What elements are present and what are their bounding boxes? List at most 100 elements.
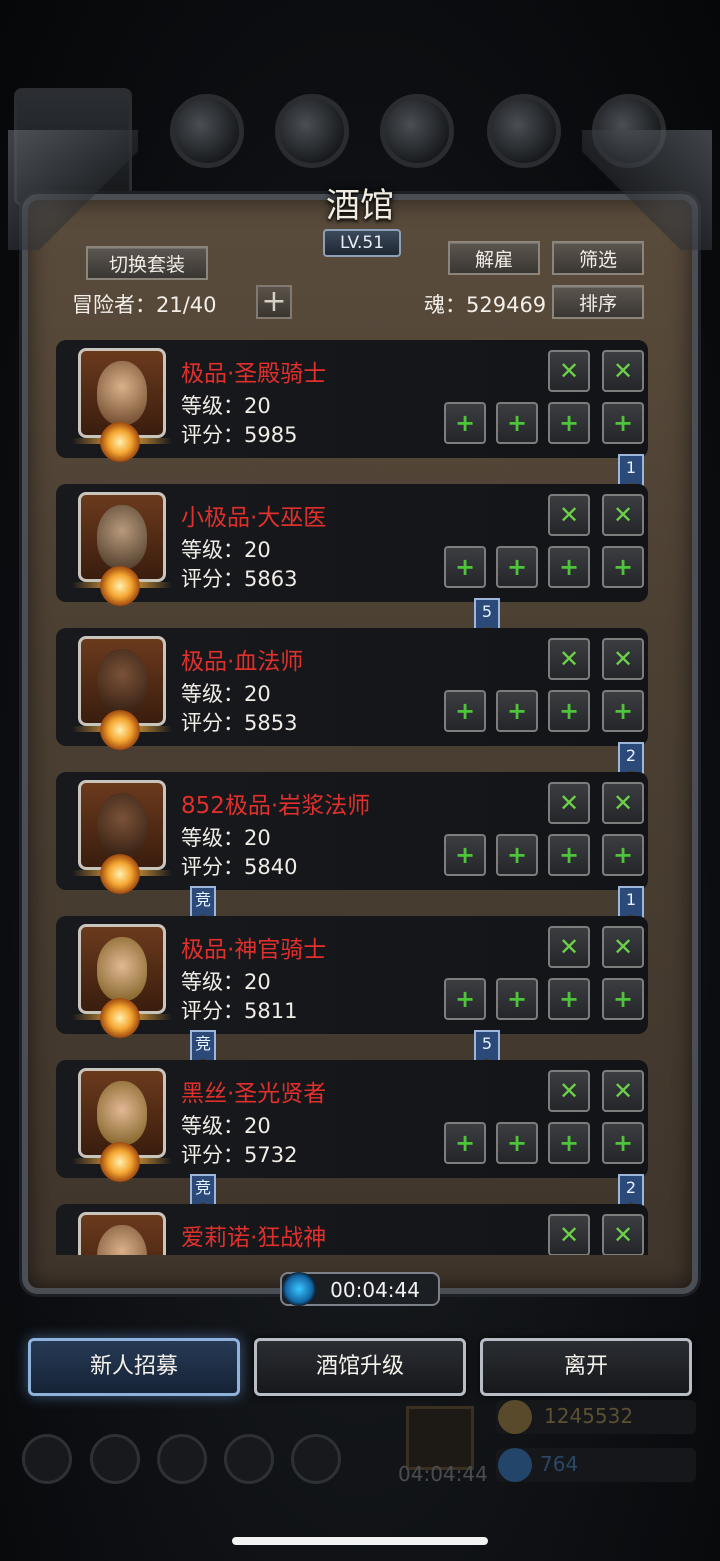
filter-button[interactable]: 筛选 bbox=[552, 241, 644, 275]
quality-sun-icon bbox=[100, 854, 140, 894]
hero-face bbox=[97, 649, 147, 713]
amulet-slot-button[interactable]: + bbox=[602, 978, 644, 1020]
shop-icon bbox=[291, 1434, 341, 1484]
hero-list[interactable]: 极品·圣殿骑士 等级：20 评分：5985 ✕ ✕ + + + +1 小极品·大巫医 等级：20 评分… bbox=[56, 330, 660, 1255]
ring-slot-button[interactable]: + bbox=[548, 690, 590, 732]
armor-slot-button[interactable]: ✕ bbox=[602, 1070, 644, 1112]
armor-slot-button[interactable]: ✕ bbox=[602, 350, 644, 392]
hero-level: 等级：20 bbox=[181, 1114, 271, 1138]
hero-card[interactable]: 小极品·大巫医 等级：20 评分：5863 ✕ ✕ + + + + bbox=[56, 484, 648, 606]
gift-box-icon bbox=[406, 1406, 474, 1470]
resource-meat-icon bbox=[170, 94, 244, 168]
gift-timer: 04:04:44 bbox=[398, 1462, 488, 1486]
chest-slot-button[interactable]: + bbox=[496, 690, 538, 732]
hero-face bbox=[97, 1225, 147, 1255]
amulet-slot-button[interactable]: + bbox=[602, 402, 644, 444]
helmet-slot-button[interactable]: ✕ bbox=[548, 782, 590, 824]
resource-crystal-icon bbox=[487, 94, 561, 168]
hero-card[interactable]: 爱莉诺·狂战神 ✕ ✕ bbox=[56, 1204, 648, 1255]
quality-sun-icon bbox=[100, 710, 140, 750]
ring-slot-button[interactable]: + bbox=[548, 546, 590, 588]
quality-sun-icon bbox=[100, 422, 140, 462]
armor-slot-button[interactable]: ✕ bbox=[602, 782, 644, 824]
ring-slot-button[interactable]: + bbox=[548, 978, 590, 1020]
hero-level: 等级：20 bbox=[181, 538, 271, 562]
armor-slot-button[interactable]: ✕ bbox=[602, 1214, 644, 1255]
mail-icon bbox=[224, 1434, 274, 1484]
weapon-slot-button[interactable]: + bbox=[444, 978, 486, 1020]
resource-iron-icon bbox=[380, 94, 454, 168]
hero-name: 极品·血法师 bbox=[181, 649, 304, 675]
hero-face bbox=[97, 505, 147, 569]
hero-score: 评分：5840 bbox=[181, 855, 298, 879]
chest-slot-button[interactable]: + bbox=[496, 1122, 538, 1164]
amulet-slot-button[interactable]: + bbox=[602, 1122, 644, 1164]
switch-set-button[interactable]: 切换套装 bbox=[86, 246, 208, 280]
armor-slot-button[interactable]: ✕ bbox=[602, 926, 644, 968]
hero-face bbox=[97, 937, 147, 1001]
recruit-button[interactable]: 新人招募 bbox=[28, 1338, 240, 1396]
hero-level: 等级：20 bbox=[181, 826, 271, 850]
quality-sun-icon bbox=[100, 1142, 140, 1182]
weapon-slot-button[interactable]: + bbox=[444, 546, 486, 588]
chest-slot-button[interactable]: + bbox=[496, 402, 538, 444]
hero-name: 极品·神官骑士 bbox=[181, 937, 327, 963]
quality-sun-icon bbox=[100, 998, 140, 1038]
hero-score: 评分：5863 bbox=[181, 567, 298, 591]
gem-icon bbox=[498, 1448, 532, 1482]
hero-card[interactable]: 极品·圣殿骑士 等级：20 评分：5985 ✕ ✕ + + + + bbox=[56, 340, 648, 462]
helmet-slot-button[interactable]: ✕ bbox=[548, 638, 590, 680]
armor-slot-button[interactable]: ✕ bbox=[602, 494, 644, 536]
quality-sun-icon bbox=[100, 566, 140, 606]
amulet-slot-button[interactable]: + bbox=[602, 834, 644, 876]
hero-card[interactable]: 极品·血法师 等级：20 评分：5853 ✕ ✕ + + + + bbox=[56, 628, 648, 750]
panel-title: 酒馆 bbox=[326, 186, 394, 226]
amulet-slot-button[interactable]: + bbox=[602, 690, 644, 732]
helmet-slot-button[interactable]: ✕ bbox=[548, 1070, 590, 1112]
sort-button[interactable]: 排序 bbox=[552, 285, 644, 319]
gold-icon bbox=[498, 1400, 532, 1434]
amulet-slot-button[interactable]: + bbox=[602, 546, 644, 588]
hero-score: 评分：5811 bbox=[181, 999, 298, 1023]
resource-wood-icon bbox=[275, 94, 349, 168]
weapon-slot-button[interactable]: + bbox=[444, 1122, 486, 1164]
hero-face bbox=[97, 361, 147, 425]
helmet-slot-button[interactable]: ✕ bbox=[548, 1214, 590, 1255]
weapon-slot-button[interactable]: + bbox=[444, 690, 486, 732]
chest-slot-button[interactable]: + bbox=[496, 546, 538, 588]
dismiss-button[interactable]: 解雇 bbox=[448, 241, 540, 275]
add-slot-button[interactable]: + bbox=[256, 285, 292, 319]
hero-score: 评分：5985 bbox=[181, 423, 298, 447]
helmet-slot-button[interactable]: ✕ bbox=[548, 494, 590, 536]
hero-level: 等级：20 bbox=[181, 682, 271, 706]
hero-face bbox=[97, 1081, 147, 1145]
home-indicator[interactable] bbox=[232, 1537, 488, 1545]
chest-slot-button[interactable]: + bbox=[496, 978, 538, 1020]
chest-slot-button[interactable]: + bbox=[496, 834, 538, 876]
hero-name: 极品·圣殿骑士 bbox=[181, 361, 327, 387]
hero-card[interactable]: 黑丝·圣光贤者 等级：20 评分：5732 ✕ ✕ + + + + bbox=[56, 1060, 648, 1182]
hero-level: 等级：20 bbox=[181, 394, 271, 418]
hero-level: 等级：20 bbox=[181, 970, 271, 994]
adventurer-count: 冒险者：21/40 bbox=[72, 293, 217, 317]
tavern-level-badge: LV.51 bbox=[323, 229, 401, 257]
upgrade-tavern-button[interactable]: 酒馆升级 bbox=[254, 1338, 466, 1396]
hero-name: 852极品·岩浆法师 bbox=[181, 793, 371, 819]
hero-card[interactable]: 极品·神官骑士 等级：20 评分：5811 ✕ ✕ + + + + bbox=[56, 916, 648, 1038]
hero-name: 爱莉诺·狂战神 bbox=[181, 1225, 327, 1251]
hero-score: 评分：5853 bbox=[181, 711, 298, 735]
ring-slot-button[interactable]: + bbox=[548, 402, 590, 444]
hero-card[interactable]: 852极品·岩浆法师 等级：20 评分：5840 ✕ ✕ + + + + bbox=[56, 772, 648, 894]
helmet-slot-button[interactable]: ✕ bbox=[548, 926, 590, 968]
ring-slot-button[interactable]: + bbox=[548, 1122, 590, 1164]
hero-face bbox=[97, 793, 147, 857]
leave-button[interactable]: 离开 bbox=[480, 1338, 692, 1396]
weapon-slot-button[interactable]: + bbox=[444, 834, 486, 876]
settings-icon bbox=[22, 1434, 72, 1484]
ring-slot-button[interactable]: + bbox=[548, 834, 590, 876]
armor-slot-button[interactable]: ✕ bbox=[602, 638, 644, 680]
weapon-slot-button[interactable]: + bbox=[444, 402, 486, 444]
quest-icon bbox=[157, 1434, 207, 1484]
helmet-slot-button[interactable]: ✕ bbox=[548, 350, 590, 392]
hero-portrait[interactable] bbox=[78, 1212, 166, 1255]
